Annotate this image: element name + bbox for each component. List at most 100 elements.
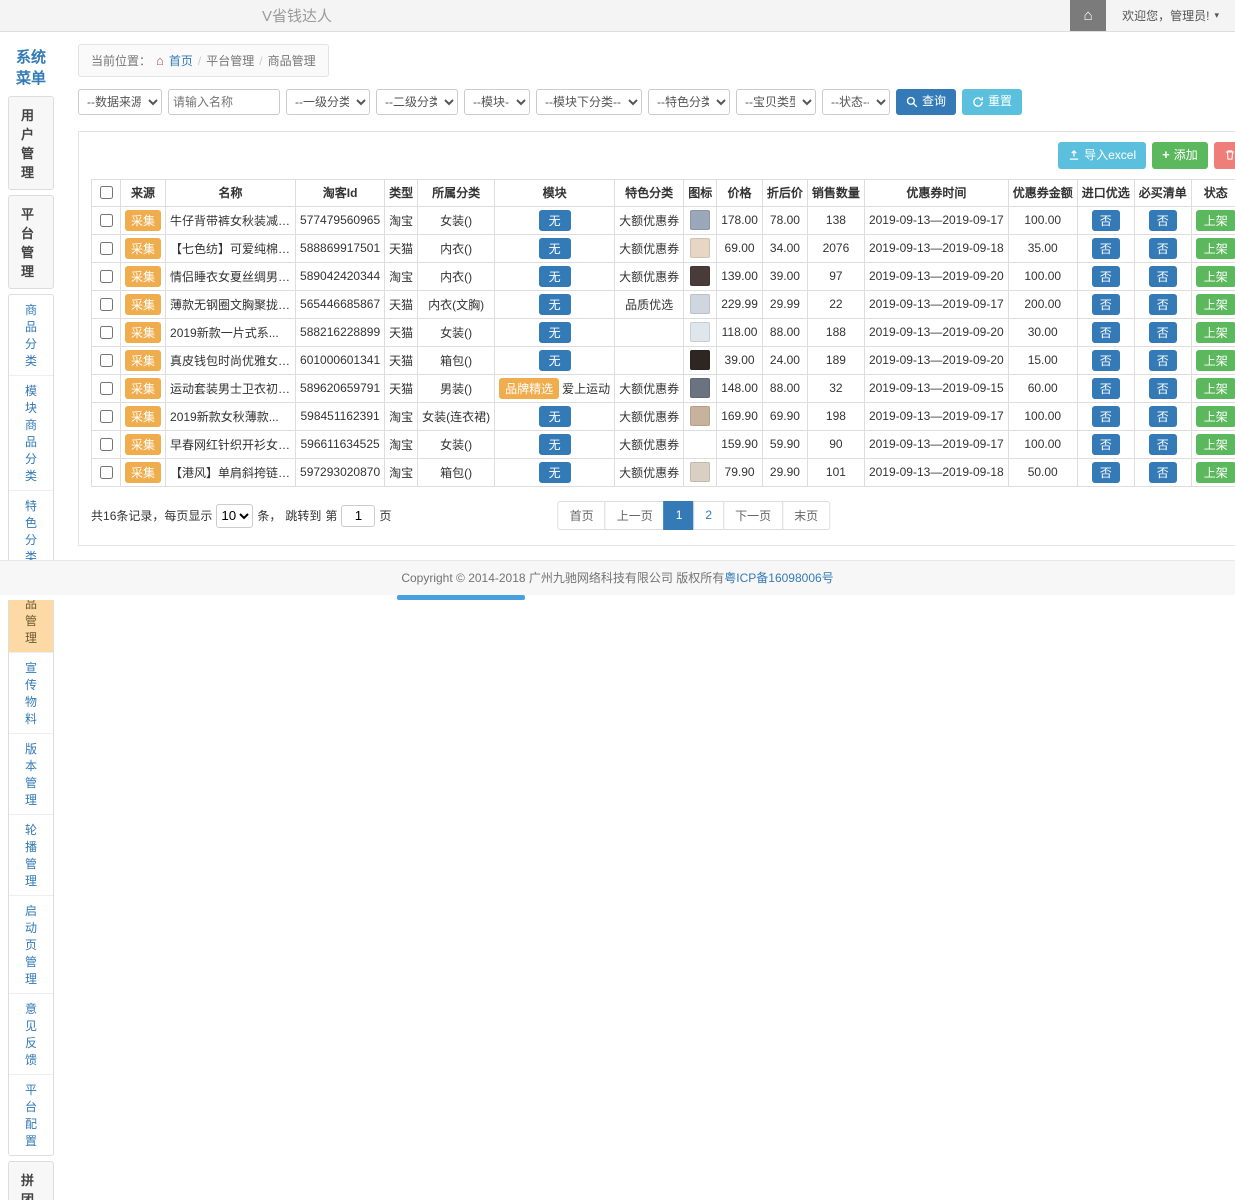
sidebar-item-6[interactable]: 宣传物料 — [9, 653, 53, 734]
table-head: 来源名称淘客Id类型所属分类模块特色分类图标价格折后价销售数量优惠券时间优惠券金… — [92, 179, 1235, 206]
import-select-toggle[interactable]: 否 — [1092, 294, 1120, 315]
sidebar-item-9[interactable]: 启动页管理 — [9, 896, 53, 994]
product-name: 薄款无钢圈文胸聚拢性... — [166, 290, 296, 318]
feature-category-select[interactable]: --特色分类-- — [648, 89, 730, 115]
status-button[interactable]: 上架 — [1196, 462, 1235, 483]
breadcrumb-home-link[interactable]: 首页 — [169, 52, 193, 69]
level2-category-select[interactable]: --二级分类-- — [376, 89, 458, 115]
sidebar-item-11[interactable]: 平台配置 — [9, 1075, 53, 1155]
sidebar-item-1[interactable]: 平台管理 — [8, 195, 54, 289]
import-select-toggle[interactable]: 否 — [1092, 322, 1120, 343]
must-buy-toggle[interactable]: 否 — [1149, 434, 1177, 455]
col-header-3: 类型 — [385, 179, 418, 206]
must-buy-toggle[interactable]: 否 — [1149, 210, 1177, 231]
module-select[interactable]: --模块-- — [464, 89, 530, 115]
row-checkbox[interactable] — [100, 298, 113, 311]
name-keyword-input[interactable] — [168, 89, 280, 115]
module-subcategory-select[interactable]: --模块下分类-- — [536, 89, 642, 115]
import-select-toggle[interactable]: 否 — [1092, 238, 1120, 259]
horizontal-scrollbar-thumb[interactable] — [397, 595, 525, 600]
page-first-button[interactable]: 首页 — [558, 501, 606, 530]
copyright-text: Copyright © 2014-2018 广州九驰网络科技有限公司 版权所有 — [401, 571, 724, 585]
product-thumbnail — [690, 322, 710, 342]
search-button[interactable]: 查询 — [896, 89, 956, 115]
coupon-amount: 30.00 — [1008, 318, 1077, 346]
feature-category — [615, 346, 684, 374]
reset-button[interactable]: 重置 — [962, 89, 1022, 115]
row-checkbox[interactable] — [100, 270, 113, 283]
row-checkbox[interactable] — [100, 242, 113, 255]
search-button-label: 查询 — [922, 94, 946, 110]
import-select-toggle[interactable]: 否 — [1092, 266, 1120, 287]
batch-delete-button[interactable]: 批量删除 — [1214, 142, 1235, 169]
taoke-id: 577479560965 — [296, 206, 385, 234]
user-menu[interactable]: 欢迎您，管理员! ▾ — [1106, 0, 1235, 31]
sidebar-item-7[interactable]: 版本管理 — [9, 734, 53, 815]
sidebar-item-12[interactable]: 拼团管理 — [8, 1161, 54, 1200]
module-badge: 无 — [539, 210, 571, 231]
table-row: 采集早春网红针织开衫女春...596611634525淘宝女装()无大额优惠券1… — [92, 430, 1235, 458]
add-button[interactable]: + 添加 — [1152, 142, 1208, 169]
must-buy-toggle[interactable]: 否 — [1149, 350, 1177, 371]
import-select-toggle[interactable]: 否 — [1092, 406, 1120, 427]
status-button[interactable]: 上架 — [1196, 434, 1235, 455]
row-checkbox[interactable] — [100, 214, 113, 227]
row-checkbox[interactable] — [100, 438, 113, 451]
must-buy-toggle[interactable]: 否 — [1149, 238, 1177, 259]
row-checkbox[interactable] — [100, 410, 113, 423]
horizontal-scrollbar[interactable] — [0, 595, 1235, 600]
sidebar-item-0[interactable]: 用户管理 — [8, 96, 54, 190]
sidebar-item-3[interactable]: 模块商品分类 — [9, 376, 53, 491]
must-buy-toggle[interactable]: 否 — [1149, 266, 1177, 287]
footer: Copyright © 2014-2018 广州九驰网络科技有限公司 版权所有粤… — [0, 560, 1235, 595]
import-select-toggle[interactable]: 否 — [1092, 434, 1120, 455]
item-type-select[interactable]: --宝贝类型-- — [736, 89, 816, 115]
status-button[interactable]: 上架 — [1196, 406, 1235, 427]
row-checkbox[interactable] — [100, 466, 113, 479]
sidebar-item-8[interactable]: 轮播管理 — [9, 815, 53, 896]
must-buy-toggle[interactable]: 否 — [1149, 378, 1177, 399]
status-button[interactable]: 上架 — [1196, 210, 1235, 231]
status-select[interactable]: --状态-- — [822, 89, 890, 115]
coupon-amount: 200.00 — [1008, 290, 1077, 318]
page-prev-button[interactable]: 上一页 — [605, 501, 665, 530]
must-buy-toggle[interactable]: 否 — [1149, 462, 1177, 483]
must-buy-toggle[interactable]: 否 — [1149, 406, 1177, 427]
page-number-input[interactable] — [341, 505, 375, 527]
source-badge: 采集 — [125, 462, 161, 483]
status-button[interactable]: 上架 — [1196, 238, 1235, 259]
data-source-select[interactable]: --数据来源-- — [78, 89, 162, 115]
import-select-toggle[interactable]: 否 — [1092, 378, 1120, 399]
sales-count: 97 — [807, 262, 864, 290]
sidebar-item-2[interactable]: 商品分类 — [9, 295, 53, 376]
product-name: 【七色纺】可爱纯棉家... — [166, 234, 296, 262]
home-button[interactable]: ⌂ — [1070, 0, 1106, 31]
status-button[interactable]: 上架 — [1196, 350, 1235, 371]
sidebar-item-10[interactable]: 意见反馈 — [9, 994, 53, 1075]
level1-category-select[interactable]: --一级分类-- — [286, 89, 370, 115]
import-excel-button[interactable]: 导入excel — [1058, 142, 1146, 169]
status-button[interactable]: 上架 — [1196, 322, 1235, 343]
page-next-button[interactable]: 下一页 — [723, 501, 783, 530]
must-buy-toggle[interactable]: 否 — [1149, 322, 1177, 343]
status-button[interactable]: 上架 — [1196, 378, 1235, 399]
status-button[interactable]: 上架 — [1196, 266, 1235, 287]
upload-icon — [1068, 149, 1080, 161]
per-page-select[interactable]: 10 — [216, 504, 253, 528]
page-2-button[interactable]: 2 — [693, 501, 724, 530]
select-all-checkbox[interactable] — [100, 186, 113, 199]
import-select-toggle[interactable]: 否 — [1092, 210, 1120, 231]
coupon-time: 2019-09-13—2019-09-17 — [864, 402, 1008, 430]
must-buy-toggle[interactable]: 否 — [1149, 294, 1177, 315]
status-button[interactable]: 上架 — [1196, 294, 1235, 315]
row-checkbox[interactable] — [100, 326, 113, 339]
page-1-button[interactable]: 1 — [664, 501, 695, 530]
row-checkbox[interactable] — [100, 354, 113, 367]
col-header-8: 价格 — [717, 179, 763, 206]
import-select-toggle[interactable]: 否 — [1092, 462, 1120, 483]
import-select-toggle[interactable]: 否 — [1092, 350, 1120, 371]
icp-link[interactable]: 粤ICP备16098006号 — [724, 571, 833, 585]
page-last-button[interactable]: 末页 — [782, 501, 830, 530]
col-header-5: 模块 — [495, 179, 615, 206]
row-checkbox[interactable] — [100, 382, 113, 395]
